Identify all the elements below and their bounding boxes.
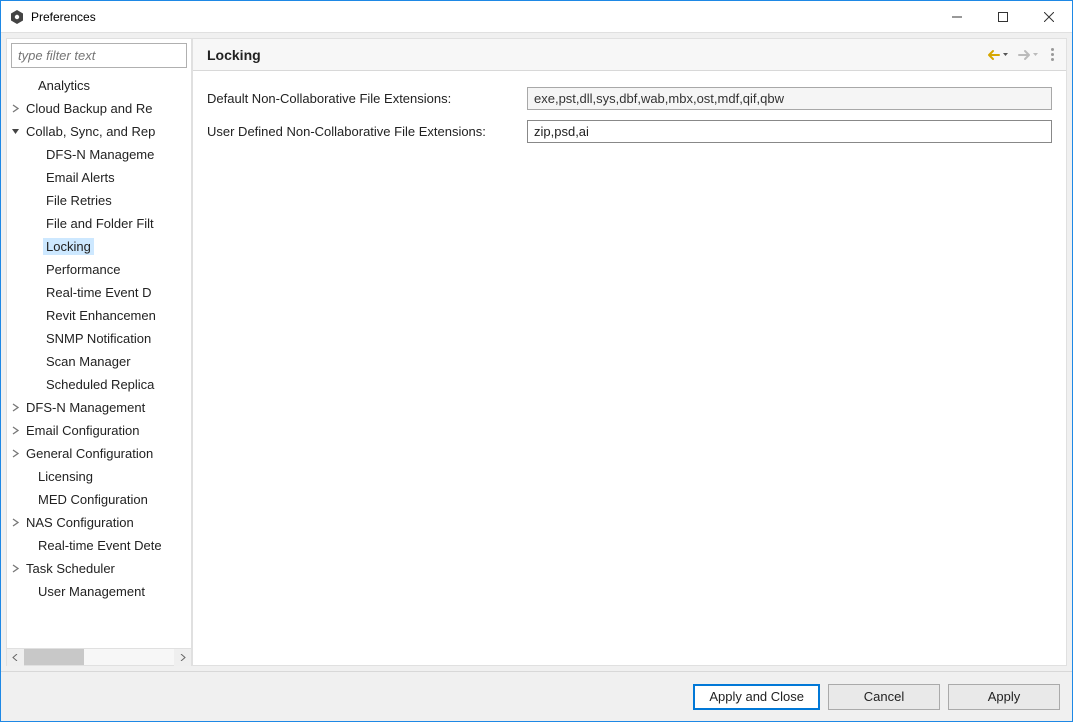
tree-item-label: MED Configuration (35, 491, 151, 508)
tree-item-label: User Management (35, 583, 148, 600)
chevron-right-icon[interactable] (9, 449, 21, 458)
chevron-right-icon[interactable] (9, 564, 21, 573)
tree-item-label: DFS-N Manageme (43, 146, 157, 163)
tree-item[interactable]: General Configuration (7, 442, 191, 465)
chevron-down-icon (1002, 51, 1009, 58)
tree-item[interactable]: Task Scheduler (7, 557, 191, 580)
panel-header-actions (985, 46, 1056, 63)
tree-item[interactable]: Performance (7, 258, 191, 281)
sidebar-horizontal-scrollbar[interactable] (7, 648, 191, 665)
chevron-right-icon[interactable] (9, 104, 21, 113)
tree-item[interactable]: Email Alerts (7, 166, 191, 189)
scroll-thumb[interactable] (24, 649, 84, 665)
scroll-track[interactable] (24, 649, 174, 665)
scroll-left-arrow-icon[interactable] (7, 649, 24, 666)
close-button[interactable] (1026, 1, 1072, 32)
app-icon (9, 9, 25, 25)
tree-item[interactable]: NAS Configuration (7, 511, 191, 534)
tree-item-label: Scan Manager (43, 353, 134, 370)
tree-item-label: File Retries (43, 192, 115, 209)
tree-item[interactable]: Scheduled Replica (7, 373, 191, 396)
main-area: Analytics Cloud Backup and Re Collab, Sync… (1, 33, 1072, 671)
panel-header: Locking (193, 39, 1066, 71)
tree-item[interactable]: DFS-N Manageme (7, 143, 191, 166)
tree-item[interactable]: DFS-N Management (7, 396, 191, 419)
panel-menu-button[interactable] (1049, 46, 1056, 63)
tree-item[interactable]: Licensing (7, 465, 191, 488)
form-row-default-extensions: Default Non-Collaborative File Extension… (207, 87, 1052, 110)
maximize-button[interactable] (980, 1, 1026, 32)
panel-body: Default Non-Collaborative File Extension… (193, 71, 1066, 665)
cancel-button[interactable]: Cancel (828, 684, 940, 710)
tree-item[interactable]: Revit Enhancemen (7, 304, 191, 327)
tree-item-label: Analytics (35, 77, 93, 94)
chevron-right-icon[interactable] (9, 426, 21, 435)
tree-item-label: Scheduled Replica (43, 376, 157, 393)
apply-button[interactable]: Apply (948, 684, 1060, 710)
scroll-right-arrow-icon[interactable] (174, 649, 191, 666)
tree-item-label: Revit Enhancemen (43, 307, 159, 324)
chevron-right-icon[interactable] (9, 518, 21, 527)
tree-item[interactable]: SNMP Notification (7, 327, 191, 350)
tree-item-label: Email Configuration (23, 422, 142, 439)
chevron-down-icon (1032, 51, 1039, 58)
user-extensions-label: User Defined Non-Collaborative File Exte… (207, 124, 527, 139)
tree-item-label: Licensing (35, 468, 96, 485)
tree-item-label: Real-time Event Dete (35, 537, 165, 554)
tree-item-label: Email Alerts (43, 169, 118, 186)
tree-item[interactable]: User Management (7, 580, 191, 603)
tree-item-label: DFS-N Management (23, 399, 148, 416)
preferences-window: Preferences Analytics Cloud Backup and Re… (0, 0, 1073, 722)
filter-input[interactable] (11, 43, 187, 68)
tree-item-label: Cloud Backup and Re (23, 100, 155, 117)
tree-item[interactable]: File and Folder Filt (7, 212, 191, 235)
tree-item[interactable]: Real-time Event D (7, 281, 191, 304)
user-extensions-input[interactable] (527, 120, 1052, 143)
apply-and-close-button[interactable]: Apply and Close (693, 684, 820, 710)
tree-item-label: NAS Configuration (23, 514, 137, 531)
chevron-right-icon[interactable] (9, 403, 21, 412)
minimize-button[interactable] (934, 1, 980, 32)
tree-item-label: General Configuration (23, 445, 156, 462)
titlebar: Preferences (1, 1, 1072, 33)
nav-forward-button[interactable] (1015, 47, 1041, 63)
default-extensions-label: Default Non-Collaborative File Extension… (207, 91, 527, 106)
tree-item-label: Task Scheduler (23, 560, 118, 577)
tree-item-label: Performance (43, 261, 123, 278)
tree-item[interactable]: Real-time Event Dete (7, 534, 191, 557)
form-row-user-extensions: User Defined Non-Collaborative File Exte… (207, 120, 1052, 143)
nav-back-button[interactable] (985, 47, 1011, 63)
tree-item-label: Real-time Event D (43, 284, 154, 301)
panel-title: Locking (207, 47, 261, 63)
tree-item-label: SNMP Notification (43, 330, 154, 347)
tree-item-label: Locking (43, 238, 94, 255)
settings-panel: Locking (192, 38, 1067, 666)
tree-item[interactable]: Cloud Backup and Re (7, 97, 191, 120)
tree-item[interactable]: Collab, Sync, and Rep (7, 120, 191, 143)
chevron-down-icon[interactable] (9, 127, 21, 136)
tree-item[interactable]: File Retries (7, 189, 191, 212)
tree-item[interactable]: Analytics (7, 74, 191, 97)
titlebar-left: Preferences (1, 9, 96, 25)
tree-item-label: Collab, Sync, and Rep (23, 123, 158, 140)
tree-item[interactable]: Scan Manager (7, 350, 191, 373)
window-title: Preferences (31, 10, 96, 24)
content: Analytics Cloud Backup and Re Collab, Sync… (1, 33, 1072, 721)
titlebar-controls (934, 1, 1072, 32)
preferences-tree[interactable]: Analytics Cloud Backup and Re Collab, Sync… (7, 72, 191, 648)
tree-item-label: File and Folder Filt (43, 215, 157, 232)
sidebar: Analytics Cloud Backup and Re Collab, Sync… (6, 38, 192, 666)
tree-item[interactable]: Locking (7, 235, 191, 258)
tree-item[interactable]: MED Configuration (7, 488, 191, 511)
tree-item[interactable]: Email Configuration (7, 419, 191, 442)
button-bar: Apply and Close Cancel Apply (1, 671, 1072, 721)
default-extensions-input (527, 87, 1052, 110)
